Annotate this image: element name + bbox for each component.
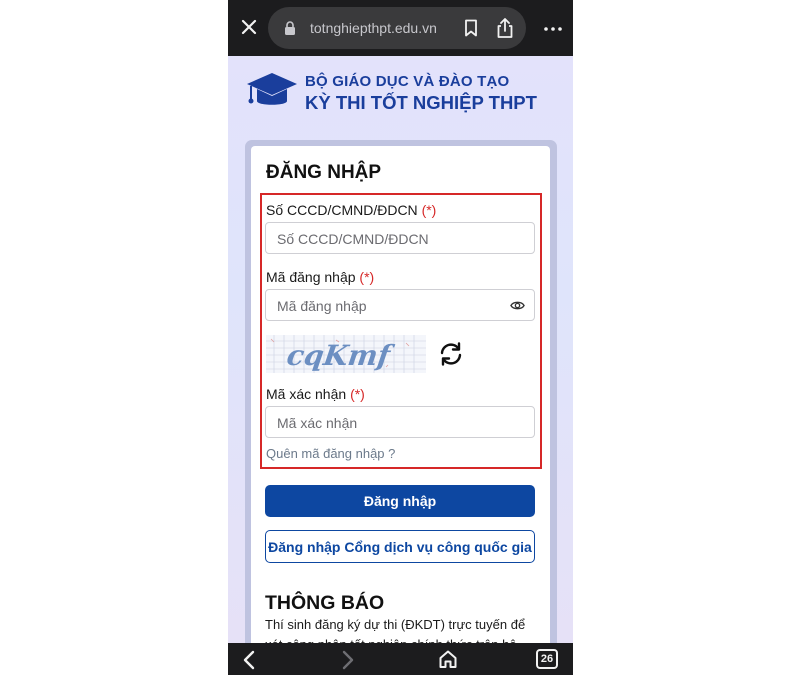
captcha-placeholder: Mã xác nhận <box>277 415 358 431</box>
forgot-password-link[interactable]: Quên mã đăng nhập ? <box>266 446 395 461</box>
id-input[interactable]: Số CCCD/CMND/ĐDCN <box>265 222 535 254</box>
notice-title: THÔNG BÁO <box>265 592 385 614</box>
home-icon[interactable] <box>438 649 458 674</box>
id-label: Số CCCD/CMND/ĐDCN (*) <box>266 202 436 218</box>
captcha-label: Mã xác nhận (*) <box>266 386 365 402</box>
tabs-icon[interactable]: 26 <box>536 649 558 669</box>
browser-bottom-bar: 26 <box>228 643 573 675</box>
id-label-text: Số CCCD/CMND/ĐDCN <box>266 202 418 218</box>
captcha-image: cqKmf <box>266 335 426 373</box>
password-placeholder: Mã đăng nhập <box>277 298 367 314</box>
password-input[interactable]: Mã đăng nhập <box>265 289 535 321</box>
lock-icon <box>284 21 296 40</box>
bookmark-icon[interactable] <box>464 19 478 42</box>
refresh-icon[interactable] <box>438 342 464 371</box>
login-card: ĐĂNG NHẬP Số CCCD/CMND/ĐDCN (*) Số CCCD/… <box>251 146 550 656</box>
address-bar[interactable]: totnghiepthpt.edu.vn <box>268 7 526 49</box>
captcha-text: cqKmf <box>285 339 397 372</box>
graduation-cap-icon <box>245 68 299 112</box>
exam-name: KỲ THI TỐT NGHIỆP THPT <box>305 92 537 113</box>
captcha-label-text: Mã xác nhận <box>266 386 347 402</box>
id-placeholder: Số CCCD/CMND/ĐDCN <box>277 231 429 247</box>
url-text[interactable]: totnghiepthpt.edu.vn <box>310 20 437 36</box>
eye-icon[interactable] <box>510 298 525 318</box>
page-content: BỘ GIÁO DỤC VÀ ĐÀO TẠO KỲ THI TỐT NGHIỆP… <box>228 56 573 656</box>
login-button[interactable]: Đăng nhập <box>265 485 535 517</box>
phone-screen: totnghiepthpt.edu.vn BỘ GIÁO DỤC VÀ ĐÀO … <box>228 0 573 675</box>
more-icon[interactable] <box>538 14 568 44</box>
share-icon[interactable] <box>496 17 514 44</box>
required-mark: (*) <box>359 269 375 285</box>
required-mark: (*) <box>421 202 437 218</box>
captcha-input[interactable]: Mã xác nhận <box>265 406 535 438</box>
required-mark: (*) <box>350 386 365 402</box>
login-title: ĐĂNG NHẬP <box>266 162 382 183</box>
forward-icon[interactable] <box>341 650 355 675</box>
password-label-text: Mã đăng nhập <box>266 269 356 285</box>
browser-top-bar: totnghiepthpt.edu.vn <box>228 0 573 56</box>
close-icon[interactable] <box>234 12 264 42</box>
password-label: Mã đăng nhập (*) <box>266 269 374 285</box>
back-icon[interactable] <box>242 650 256 675</box>
org-name: BỘ GIÁO DỤC VÀ ĐÀO TẠO <box>305 73 510 90</box>
national-portal-login-button[interactable]: Đăng nhập Cổng dịch vụ công quốc gia <box>265 530 535 563</box>
